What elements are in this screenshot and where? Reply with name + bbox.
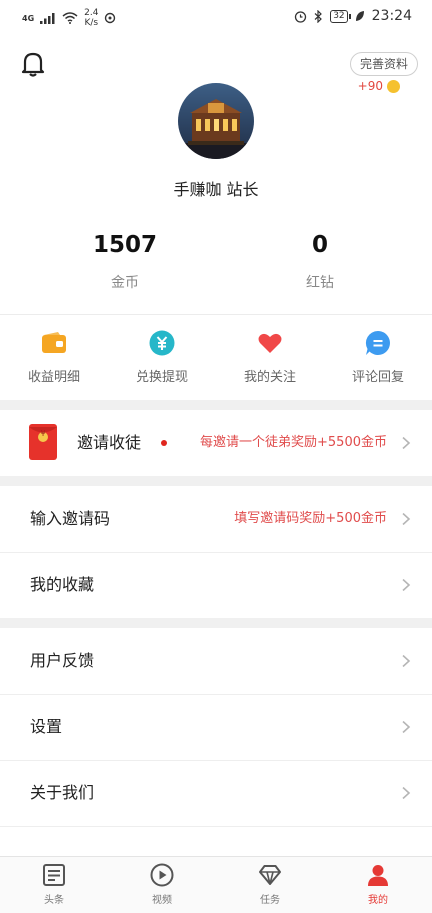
diamond-icon [258, 863, 282, 887]
diamonds-value: 0 [311, 232, 328, 258]
comment-icon [365, 330, 391, 356]
sync-icon [105, 12, 116, 24]
coins-value: 1507 [92, 232, 157, 258]
invite-title: 邀请收徒 [77, 433, 142, 452]
row-title: 用户反馈 [30, 651, 95, 670]
net-speed: 2.4 K/s [84, 8, 98, 28]
favorites-row[interactable]: 我的收藏 [0, 552, 432, 618]
profile-name: 手赚咖 站长 [173, 180, 259, 199]
tab-label: 任务 [260, 895, 280, 906]
clock: 23:24 [371, 8, 412, 24]
coins-stat[interactable]: 1507 金币 [45, 232, 205, 292]
profile-bonus: +90 [358, 79, 400, 93]
new-dot [161, 440, 167, 446]
quick-action-earnings[interactable]: 收益明细 [0, 330, 108, 385]
invite-hint: 每邀请一个徒弟奖励+5500金币 [200, 435, 387, 450]
chevron-right-icon [402, 787, 411, 799]
net-speed-unit: K/s [84, 18, 99, 28]
tab-mine[interactable]: 我的 [324, 863, 432, 906]
complete-profile-button[interactable]: 完善资料 [349, 52, 418, 76]
play-icon [150, 863, 174, 887]
chevron-right-icon [402, 579, 411, 591]
section-gap [0, 476, 432, 486]
user-icon [366, 863, 390, 887]
wallet-icon [41, 330, 67, 356]
quick-action-label: 评论回复 [351, 370, 404, 385]
invite-row[interactable]: ¥ 邀请收徒 每邀请一个徒弟奖励+5500金币 [0, 410, 432, 476]
row-hint: 填写邀请码奖励+500金币 [234, 511, 387, 526]
news-icon [42, 863, 66, 887]
feedback-row[interactable]: 用户反馈 [0, 628, 432, 694]
quick-action-label: 兑换提现 [135, 370, 188, 385]
avatar-image [178, 83, 254, 159]
about-row[interactable]: 关于我们 [0, 760, 432, 826]
status-bar: 4G 2.4 K/s 32 23:24 [0, 0, 432, 36]
tab-label: 头条 [44, 895, 64, 906]
bell-icon [21, 52, 45, 77]
enter-invite-code-row[interactable]: 输入邀请码 填写邀请码奖励+500金币 [0, 486, 432, 552]
envelope-symbol: ¥ [40, 429, 46, 438]
signal-icon [40, 13, 55, 24]
net-speed-value: 2.4 [84, 8, 99, 18]
red-envelope-icon: ¥ [29, 424, 57, 460]
signal-type: 4G [22, 13, 35, 23]
row-title: 我的收藏 [30, 575, 95, 594]
coin-icon [387, 79, 400, 93]
tab-video[interactable]: 视频 [108, 863, 216, 906]
diamonds-label: 红钻 [306, 275, 334, 291]
section-gap [0, 400, 432, 410]
status-left: 4G 2.4 K/s [22, 8, 116, 28]
avatar[interactable] [178, 83, 254, 159]
notification-button[interactable] [20, 50, 46, 78]
row-title: 关于我们 [30, 783, 95, 802]
tab-label: 视频 [152, 895, 172, 906]
coins-label: 金币 [111, 275, 139, 291]
row-title: 输入邀请码 [30, 509, 111, 528]
row-divider [0, 826, 432, 827]
status-right: 32 23:24 [294, 8, 412, 24]
chevron-right-icon [402, 721, 411, 733]
chevron-right-icon [402, 655, 411, 667]
section-gap [0, 618, 432, 628]
quick-action-label: 我的关注 [243, 370, 296, 385]
quick-action-label: 收益明细 [27, 370, 80, 385]
bottom-tab-bar: 头条 视频 任务 我的 [0, 856, 432, 913]
wifi-icon [62, 12, 78, 24]
row-title: 设置 [30, 717, 63, 736]
diamonds-stat[interactable]: 0 红钻 [240, 232, 400, 292]
tab-label: 我的 [368, 895, 388, 906]
tab-headlines[interactable]: 头条 [0, 863, 108, 906]
bluetooth-icon [314, 9, 323, 23]
bonus-value: +90 [357, 79, 383, 93]
heart-icon [257, 330, 283, 356]
stats-divider [0, 314, 432, 315]
yuan-exchange-icon [149, 330, 175, 356]
battery-indicator: 32 [330, 9, 352, 23]
quick-action-following[interactable]: 我的关注 [216, 330, 324, 385]
leaf-icon [355, 11, 364, 21]
settings-row[interactable]: 设置 [0, 694, 432, 760]
quick-action-comments[interactable]: 评论回复 [324, 330, 432, 385]
tab-tasks[interactable]: 任务 [216, 863, 324, 906]
chevron-right-icon [402, 437, 411, 449]
chevron-right-icon [402, 513, 411, 525]
alarm-icon [295, 10, 307, 23]
quick-action-withdraw[interactable]: 兑换提现 [108, 330, 216, 385]
